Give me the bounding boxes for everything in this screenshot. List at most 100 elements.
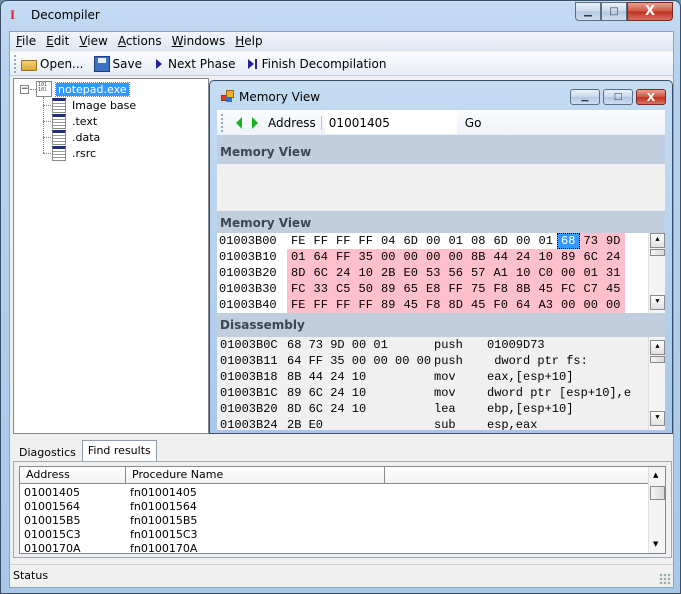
hex-byte[interactable]: C7 xyxy=(579,281,602,297)
hex-byte[interactable]: 8B xyxy=(512,281,535,297)
hex-byte[interactable]: 89 xyxy=(377,281,400,297)
tree-item[interactable]: Image base xyxy=(52,97,136,113)
tree-item[interactable]: .rsrc xyxy=(52,145,96,161)
hex-byte[interactable]: FF xyxy=(354,297,377,313)
hex-byte[interactable]: 00 xyxy=(399,249,422,265)
hex-byte[interactable]: 65 xyxy=(399,281,422,297)
back-arrow-icon[interactable] xyxy=(236,116,242,129)
hex-byte[interactable]: E0 xyxy=(399,265,422,281)
hex-scrollbar[interactable]: ▲ ▼ xyxy=(648,233,665,313)
minimize-button[interactable]: ▁ xyxy=(575,2,601,21)
hex-byte[interactable]: 10 xyxy=(534,249,557,265)
scroll-down-arrow-icon[interactable]: ▼ xyxy=(653,540,658,548)
hex-byte[interactable]: 08 xyxy=(467,233,490,249)
address-input[interactable] xyxy=(324,111,457,134)
hex-byte[interactable]: 01 xyxy=(445,233,468,249)
hex-byte[interactable]: 01 xyxy=(579,265,602,281)
hex-byte[interactable]: 10 xyxy=(354,265,377,281)
child-close-button[interactable]: X xyxy=(636,89,666,105)
hex-byte[interactable]: 8D xyxy=(287,265,310,281)
disassembly-row[interactable]: 01003B20 8D 6C 24 10 lea ebp,[esp+10] xyxy=(217,401,665,417)
hex-byte[interactable]: FF xyxy=(332,297,355,313)
hex-byte[interactable]: FC xyxy=(557,281,580,297)
hex-byte[interactable]: 01 xyxy=(287,249,310,265)
hex-byte[interactable]: 75 xyxy=(467,281,490,297)
maximize-button[interactable]: □ xyxy=(601,2,627,21)
tab-diagostics[interactable]: Diagostics xyxy=(13,443,82,462)
hex-byte[interactable]: F8 xyxy=(489,281,512,297)
disassembly-scrollbar[interactable]: ▲ ▼ xyxy=(648,337,665,430)
hex-byte[interactable]: C0 xyxy=(534,265,557,281)
hex-byte[interactable]: 00 xyxy=(602,297,625,313)
scroll-thumb[interactable] xyxy=(650,486,665,500)
hex-byte[interactable]: 9D xyxy=(602,233,625,249)
next-phase-button[interactable]: Next Phase xyxy=(152,57,236,71)
hex-byte[interactable]: FF xyxy=(332,233,355,249)
list-item[interactable]: 01001564 fn01001564 xyxy=(20,500,197,514)
child-maximize-button[interactable]: □ xyxy=(603,89,633,105)
hex-byte[interactable]: 24 xyxy=(332,265,355,281)
child-minimize-button[interactable]: ▁ xyxy=(570,89,600,105)
hex-byte[interactable]: FF xyxy=(444,281,467,297)
hex-byte[interactable]: F0 xyxy=(489,297,512,313)
hex-byte[interactable]: C5 xyxy=(332,281,355,297)
menu-edit[interactable]: Edit xyxy=(44,32,75,51)
hex-byte[interactable]: 45 xyxy=(467,297,490,313)
hex-byte[interactable]: 64 xyxy=(512,297,535,313)
hex-byte[interactable]: 33 xyxy=(309,281,332,297)
toolbar-grip[interactable] xyxy=(14,54,17,73)
hex-byte[interactable]: 10 xyxy=(512,265,535,281)
scroll-up-arrow-icon[interactable]: ▲ xyxy=(650,233,665,248)
project-tree[interactable]: − 101 10l notepad.exe Image base .text .dat… xyxy=(13,78,209,434)
hex-byte[interactable]: FF xyxy=(310,233,333,249)
forward-arrow-icon[interactable] xyxy=(252,116,258,129)
hex-byte[interactable]: 64 xyxy=(309,249,332,265)
hex-byte[interactable]: FF xyxy=(355,233,378,249)
menu-windows[interactable]: Windows xyxy=(170,32,232,51)
open-button[interactable]: Open... xyxy=(21,57,84,71)
hex-byte[interactable]: 6D xyxy=(400,233,423,249)
hex-byte[interactable]: 2B xyxy=(377,265,400,281)
finish-decompilation-button[interactable]: Finish Decompilation xyxy=(246,57,386,71)
toolbar-grip[interactable] xyxy=(221,113,224,132)
hex-byte[interactable]: E8 xyxy=(422,281,445,297)
scroll-down-arrow-icon[interactable]: ▼ xyxy=(650,295,665,310)
list-item[interactable]: 0100170A fn0100170A xyxy=(20,542,197,556)
hex-byte[interactable]: 00 xyxy=(579,297,602,313)
hex-byte[interactable]: 44 xyxy=(489,249,512,265)
disassembly-row[interactable]: 01003B18 8B 44 24 10 mov eax,[esp+10] xyxy=(217,369,665,385)
disassembly-view[interactable]: 01003B0C 68 73 9D 00 01 push 01009D73 01003B… xyxy=(217,337,665,430)
scroll-down-arrow-icon[interactable]: ▼ xyxy=(650,411,665,426)
hex-byte[interactable]: 45 xyxy=(534,281,557,297)
hex-byte[interactable]: FF xyxy=(332,249,355,265)
hex-byte[interactable]: 6C xyxy=(309,265,332,281)
hex-byte[interactable]: 31 xyxy=(602,265,625,281)
scroll-up-arrow-icon[interactable]: ▲ xyxy=(650,340,665,355)
hex-byte[interactable]: 45 xyxy=(602,281,625,297)
hex-byte[interactable]: 01 xyxy=(535,233,558,249)
menu-file[interactable]: File xyxy=(14,32,42,51)
hex-byte[interactable]: 35 xyxy=(354,249,377,265)
hex-dump[interactable]: 01003B00 FE FF FF FF 04 6D 00 01 08 6D 00 01 68 73 9D 01… xyxy=(217,233,665,313)
hex-byte[interactable]: 24 xyxy=(602,249,625,265)
list-item[interactable]: 010015C3 fn010015C3 xyxy=(20,528,198,542)
hex-byte[interactable]: 04 xyxy=(377,233,400,249)
hex-byte[interactable]: F8 xyxy=(422,297,445,313)
list-scrollbar[interactable]: ▲ ▼ xyxy=(648,467,665,553)
scroll-thumb[interactable] xyxy=(650,356,665,363)
hex-byte[interactable]: FE xyxy=(287,233,310,249)
tree-item[interactable]: .data xyxy=(52,129,100,145)
hex-byte[interactable]: 6C xyxy=(579,249,602,265)
hex-byte[interactable]: 00 xyxy=(422,233,445,249)
list-item[interactable]: 01001405 fn01001405 xyxy=(20,486,197,500)
hex-byte[interactable]: FF xyxy=(309,297,332,313)
menu-help[interactable]: Help xyxy=(233,32,268,51)
scroll-up-arrow-icon[interactable]: ▲ xyxy=(653,471,658,479)
hex-byte[interactable]: FE xyxy=(287,297,310,313)
hex-byte[interactable]: 45 xyxy=(399,297,422,313)
hex-byte[interactable]: A3 xyxy=(534,297,557,313)
hex-byte[interactable]: 00 xyxy=(557,297,580,313)
menu-view[interactable]: View xyxy=(77,32,113,51)
hex-byte[interactable]: 73 xyxy=(579,233,602,249)
column-empty[interactable] xyxy=(385,467,650,484)
